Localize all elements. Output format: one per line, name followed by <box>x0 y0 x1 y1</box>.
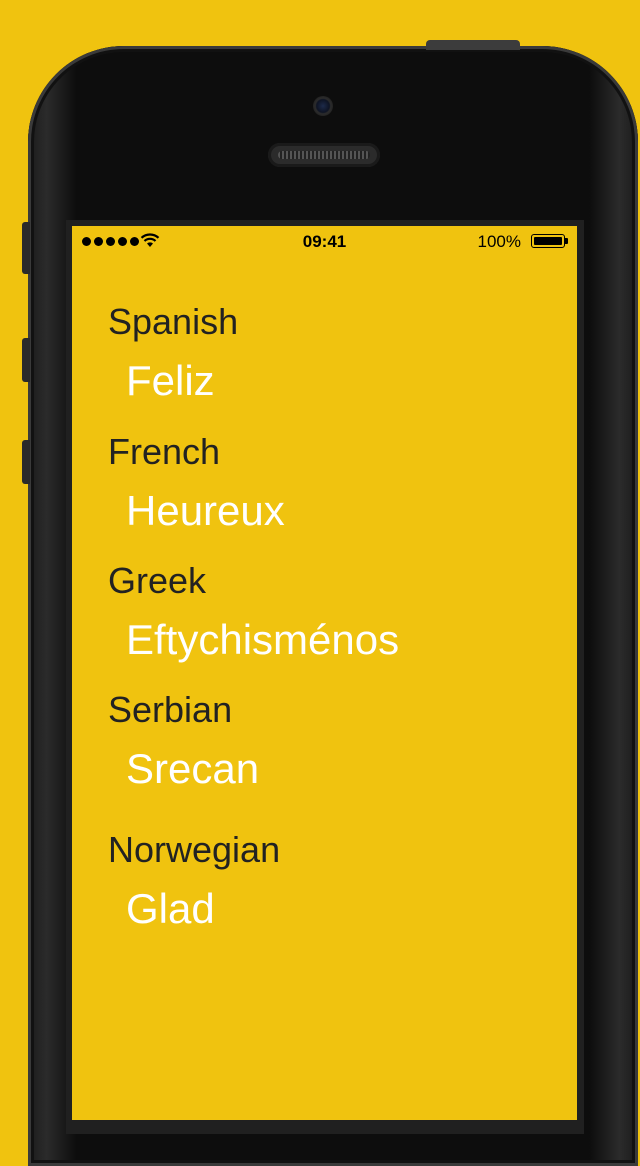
volume-down-button <box>22 440 30 484</box>
translation-word: Glad <box>126 885 215 932</box>
language-label: Spanish <box>108 301 239 342</box>
battery-fill <box>534 237 562 245</box>
battery-body <box>531 234 565 248</box>
power-button <box>426 40 520 50</box>
translation-word: Feliz <box>126 357 215 404</box>
battery-tip <box>565 238 568 244</box>
status-bar: 09:41 100% <box>72 226 577 260</box>
translation-entry-greek[interactable]: Greek Eftychisménos <box>108 559 399 665</box>
translation-entry-norwegian[interactable]: Norwegian Glad <box>108 828 280 934</box>
earpiece-speaker <box>268 143 380 167</box>
language-label: Norwegian <box>108 829 281 870</box>
app-screen: 09:41 100% Spanish Feliz French Heureux … <box>72 226 577 1120</box>
translation-word: Srecan <box>126 745 260 792</box>
battery-icon <box>531 234 568 248</box>
language-label: Greek <box>108 560 207 601</box>
translation-entry-french[interactable]: French Heureux <box>108 430 285 536</box>
translation-word: Heureux <box>126 487 285 534</box>
translation-word: Eftychisménos <box>126 616 400 663</box>
mute-switch <box>22 222 30 274</box>
battery-percent: 100% <box>477 232 521 251</box>
front-camera <box>313 96 333 116</box>
language-label: Serbian <box>108 689 233 730</box>
volume-up-button <box>22 338 30 382</box>
language-label: French <box>108 431 221 472</box>
translation-entry-serbian[interactable]: Serbian Srecan <box>108 688 259 794</box>
translation-entry-spanish[interactable]: Spanish Feliz <box>108 300 238 406</box>
